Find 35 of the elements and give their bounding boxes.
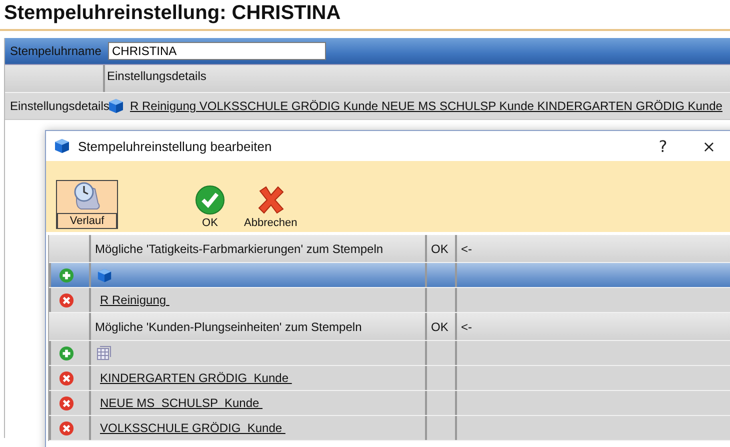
section-header: Mögliche 'Kunden-Plungseinheiten' zum Stempeln	[95, 320, 362, 334]
grid-icon	[97, 346, 111, 360]
item-link[interactable]: NEUE MS SCHULSP Kunde	[100, 396, 263, 410]
remove-icon[interactable]	[59, 420, 74, 436]
cube-icon	[54, 138, 70, 154]
item-link[interactable]: VOLKSSCHULE GRÖDIG Kunde	[100, 421, 286, 435]
name-field[interactable]: CHRISTINA	[108, 42, 326, 60]
item-link[interactable]: R Reinigung	[100, 293, 170, 307]
field-label: Einstellungsdetails	[9, 99, 108, 113]
remove-icon[interactable]	[59, 292, 74, 308]
section-header: Mögliche 'Tatigkeits-Farbmarkierungen' zum Stempeln	[95, 242, 384, 256]
cube-icon	[108, 98, 124, 114]
item-link[interactable]: KINDERGARTEN GRÖDIG Kunde	[100, 371, 292, 385]
column-header: OK	[431, 242, 448, 256]
details-link[interactable]: R Reinigung VOLKSSCHULE GRÖDIG Kunde NEUE MS SCHULSP Kunde KINDERGARTEN GRÖDIG Kunde	[130, 99, 722, 113]
remove-icon[interactable]	[59, 370, 74, 386]
column-header: OK	[431, 320, 448, 334]
add-icon[interactable]	[59, 346, 74, 360]
column-header: <-	[461, 242, 472, 256]
page-title: Stempeluhreinstellung: CHRISTINA	[0, 0, 730, 31]
checkmark-icon	[195, 185, 225, 215]
toolbar-button[interactable]: Abbrechen	[240, 185, 302, 229]
dialog-title: Stempeluhreinstellung bearbeiten	[78, 138, 273, 154]
help-button[interactable]: ?	[640, 131, 686, 161]
add-row[interactable]	[49, 263, 730, 288]
close-button[interactable]: ×	[686, 131, 730, 161]
add-row[interactable]	[49, 341, 730, 366]
field-label: Stempeluhrname	[9, 44, 102, 58]
remove-icon[interactable]	[59, 396, 74, 410]
add-icon[interactable]	[59, 268, 74, 282]
cross-icon	[256, 185, 285, 215]
toolbar-button[interactable]: Verlauf	[56, 180, 118, 229]
column-header: <-	[461, 320, 472, 334]
cube-icon	[97, 268, 112, 282]
toolbar-button[interactable]: OK	[190, 185, 230, 229]
